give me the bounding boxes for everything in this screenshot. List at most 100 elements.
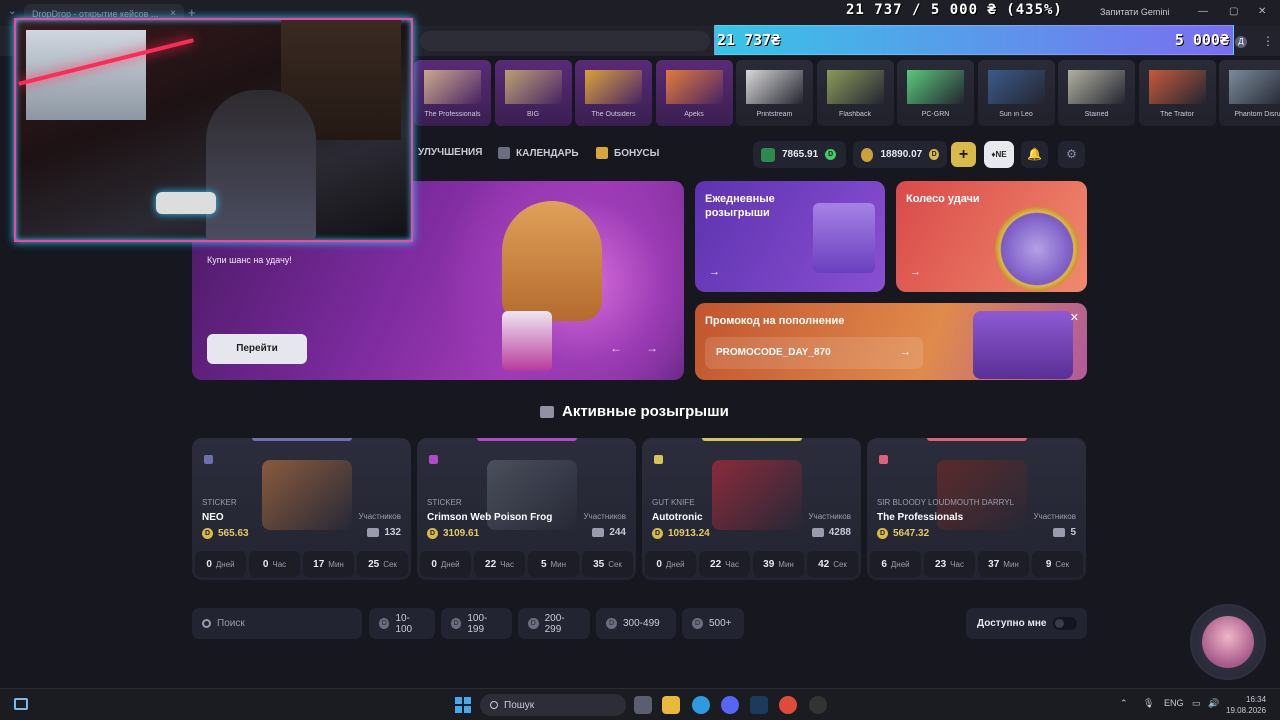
case-image (746, 70, 803, 104)
section-title-text: Активные розыгрыши (562, 403, 729, 420)
search-placeholder: Поиск (217, 618, 245, 629)
participants-value: 5 (1070, 527, 1076, 538)
wheel-of-fortune-card[interactable]: Колесо удачи → (896, 181, 1087, 292)
countdown: 6 Дней 23 Час 37 Мин 9 Сек (867, 551, 1086, 577)
support-avatar-button[interactable] (1190, 604, 1266, 680)
profile-avatar[interactable]: Д (1235, 36, 1247, 48)
case-item[interactable]: Stained (1058, 60, 1135, 126)
price-range-chip[interactable]: D 300-499 (596, 608, 676, 639)
item-name: Crimson Web Poison Frog (427, 512, 553, 523)
clock[interactable]: 16:34 19.08.2026 (1226, 694, 1266, 716)
taskbar-search-label: Пошук (504, 699, 535, 711)
case-image (1148, 70, 1206, 104)
clock-date: 19.08.2026 (1226, 706, 1267, 715)
giveaway-card[interactable]: GUT KNIFE Autotronic D 10913.24 Участников 42… (642, 438, 861, 580)
daily-giveaways-card[interactable]: Ежедневные розыгрыши → (695, 181, 885, 292)
arrow-right-icon[interactable]: → (900, 346, 911, 358)
case-item[interactable]: Flashback (816, 60, 894, 126)
discord-icon[interactable] (721, 696, 739, 714)
hero-go-button[interactable]: Перейти (207, 334, 307, 364)
obs-icon[interactable] (809, 696, 827, 714)
countdown-days: 6 Дней (870, 551, 921, 577)
hero-next-icon[interactable]: → (646, 341, 658, 355)
countdown-unit: Час (950, 559, 964, 569)
case-item[interactable]: Sun in Leo (977, 60, 1055, 126)
close-window-button[interactable]: ✕ (1258, 6, 1266, 17)
tab-search-button[interactable]: ⌄ (8, 6, 16, 17)
countdown-unit: Час (272, 559, 287, 569)
giveaway-card[interactable]: SIR BLOODY LOUDMOUTH DARRYL The Professio… (867, 438, 1086, 580)
case-item[interactable]: The Traitor (1138, 60, 1216, 126)
hero-prev-icon[interactable]: ← (610, 341, 622, 355)
nav-bonuses[interactable]: БОНУСЫ (596, 147, 659, 159)
windows-start-icon[interactable] (455, 697, 471, 713)
case-name: The Traitor (1160, 111, 1194, 118)
balance-green[interactable]: 7865.91 D (753, 141, 846, 168)
case-item[interactable]: Printstream (736, 60, 813, 126)
case-item[interactable]: The Outsiders (575, 60, 652, 126)
balance-gold[interactable]: 18890.07 D (853, 141, 947, 168)
url-field[interactable] (420, 31, 710, 51)
tray-expand-icon[interactable]: ⌃ (1120, 698, 1128, 709)
available-toggle[interactable]: Доступно мне (966, 608, 1087, 639)
telegram-icon[interactable] (692, 696, 710, 714)
countdown-value: 39 (763, 558, 775, 570)
network-icon[interactable]: ▭ (1192, 698, 1201, 709)
countdown-unit: Сек (608, 559, 622, 569)
language-indicator[interactable]: ENG (1164, 698, 1184, 708)
price-range-chip[interactable]: D 200-299 (518, 608, 590, 639)
case-item[interactable]: BIG (494, 60, 572, 126)
close-icon[interactable]: ✕ (1070, 311, 1079, 324)
search-input[interactable]: Поиск (192, 608, 362, 639)
nav-upgrades[interactable]: УЛУЧШЕНИЯ (418, 147, 482, 158)
rarity-icon (204, 455, 213, 464)
browser-menu-icon[interactable]: ⋮ (1262, 34, 1274, 48)
countdown-minutes: 37 Мин (978, 551, 1029, 577)
gear-icon[interactable]: ⚙ (1058, 141, 1085, 168)
nav-calendar[interactable]: КАЛЕНДАРЬ (498, 147, 579, 159)
price-range-chip[interactable]: D 500+ (682, 608, 744, 639)
search-icon (202, 619, 211, 628)
countdown-value: 22 (485, 558, 497, 570)
case-item[interactable]: Phantom Disru (1219, 60, 1280, 126)
giveaway-card[interactable]: STICKER NEO D 565.63 Участников 132 0 Дней 0 Час 1… (192, 438, 411, 580)
coin-icon: D (427, 528, 438, 539)
cash-icon (761, 147, 775, 162)
steam-icon[interactable] (750, 696, 768, 714)
promo-title: Промокод на пополнение (705, 315, 845, 327)
volume-icon[interactable]: 🔊 (1208, 698, 1219, 709)
case-item[interactable]: PC-GRN (897, 60, 974, 126)
case-name: Flashback (839, 111, 871, 118)
participants-icon (592, 528, 605, 537)
price-range-chip[interactable]: D 10-100 (369, 608, 435, 639)
case-name: PC-GRN (921, 111, 950, 118)
microphone-icon[interactable]: 🎙 (1143, 698, 1154, 709)
bell-icon[interactable]: 🔔 (1021, 141, 1048, 168)
case-item[interactable]: The Professionals (414, 60, 491, 126)
widgets-icon[interactable] (14, 698, 28, 710)
giveaway-card[interactable]: STICKER Crimson Web Poison Frog D 3109.61 Уч… (417, 438, 636, 580)
task-view-icon[interactable] (634, 696, 652, 714)
minimize-button[interactable]: — (1198, 6, 1208, 17)
deposit-button[interactable]: + (951, 142, 976, 167)
nav-calendar-label: КАЛЕНДАРЬ (516, 147, 579, 159)
case-item[interactable]: Apeks (655, 60, 733, 126)
price-range-chip[interactable]: D 100-199 (441, 608, 512, 639)
countdown-unit: Мин (1003, 559, 1019, 569)
maximize-button[interactable]: ▢ (1229, 6, 1238, 17)
countdown-hours: 0 Час (249, 551, 300, 577)
countdown-unit: Дней (215, 559, 235, 569)
donation-goal-text: 21 737 / 5 000 ₴ (435%) (846, 2, 1063, 18)
file-explorer-icon[interactable] (662, 696, 680, 714)
ne-badge[interactable]: ♦NE (984, 141, 1014, 168)
promo-code-field[interactable]: PROMOCODE_DAY_870 → (705, 337, 923, 369)
countdown-hours: 22 Час (699, 551, 750, 577)
countdown-unit: Час (725, 559, 739, 569)
countdown-hours: 22 Час (474, 551, 525, 577)
gemini-button[interactable]: Запитати Gemini (1100, 7, 1169, 17)
chrome-icon[interactable] (779, 696, 797, 714)
toggle-switch[interactable] (1053, 617, 1077, 630)
countdown-seconds: 9 Сек (1032, 551, 1083, 577)
taskbar-search[interactable]: Пошук (480, 694, 626, 716)
countdown-unit: Дней (440, 559, 460, 569)
